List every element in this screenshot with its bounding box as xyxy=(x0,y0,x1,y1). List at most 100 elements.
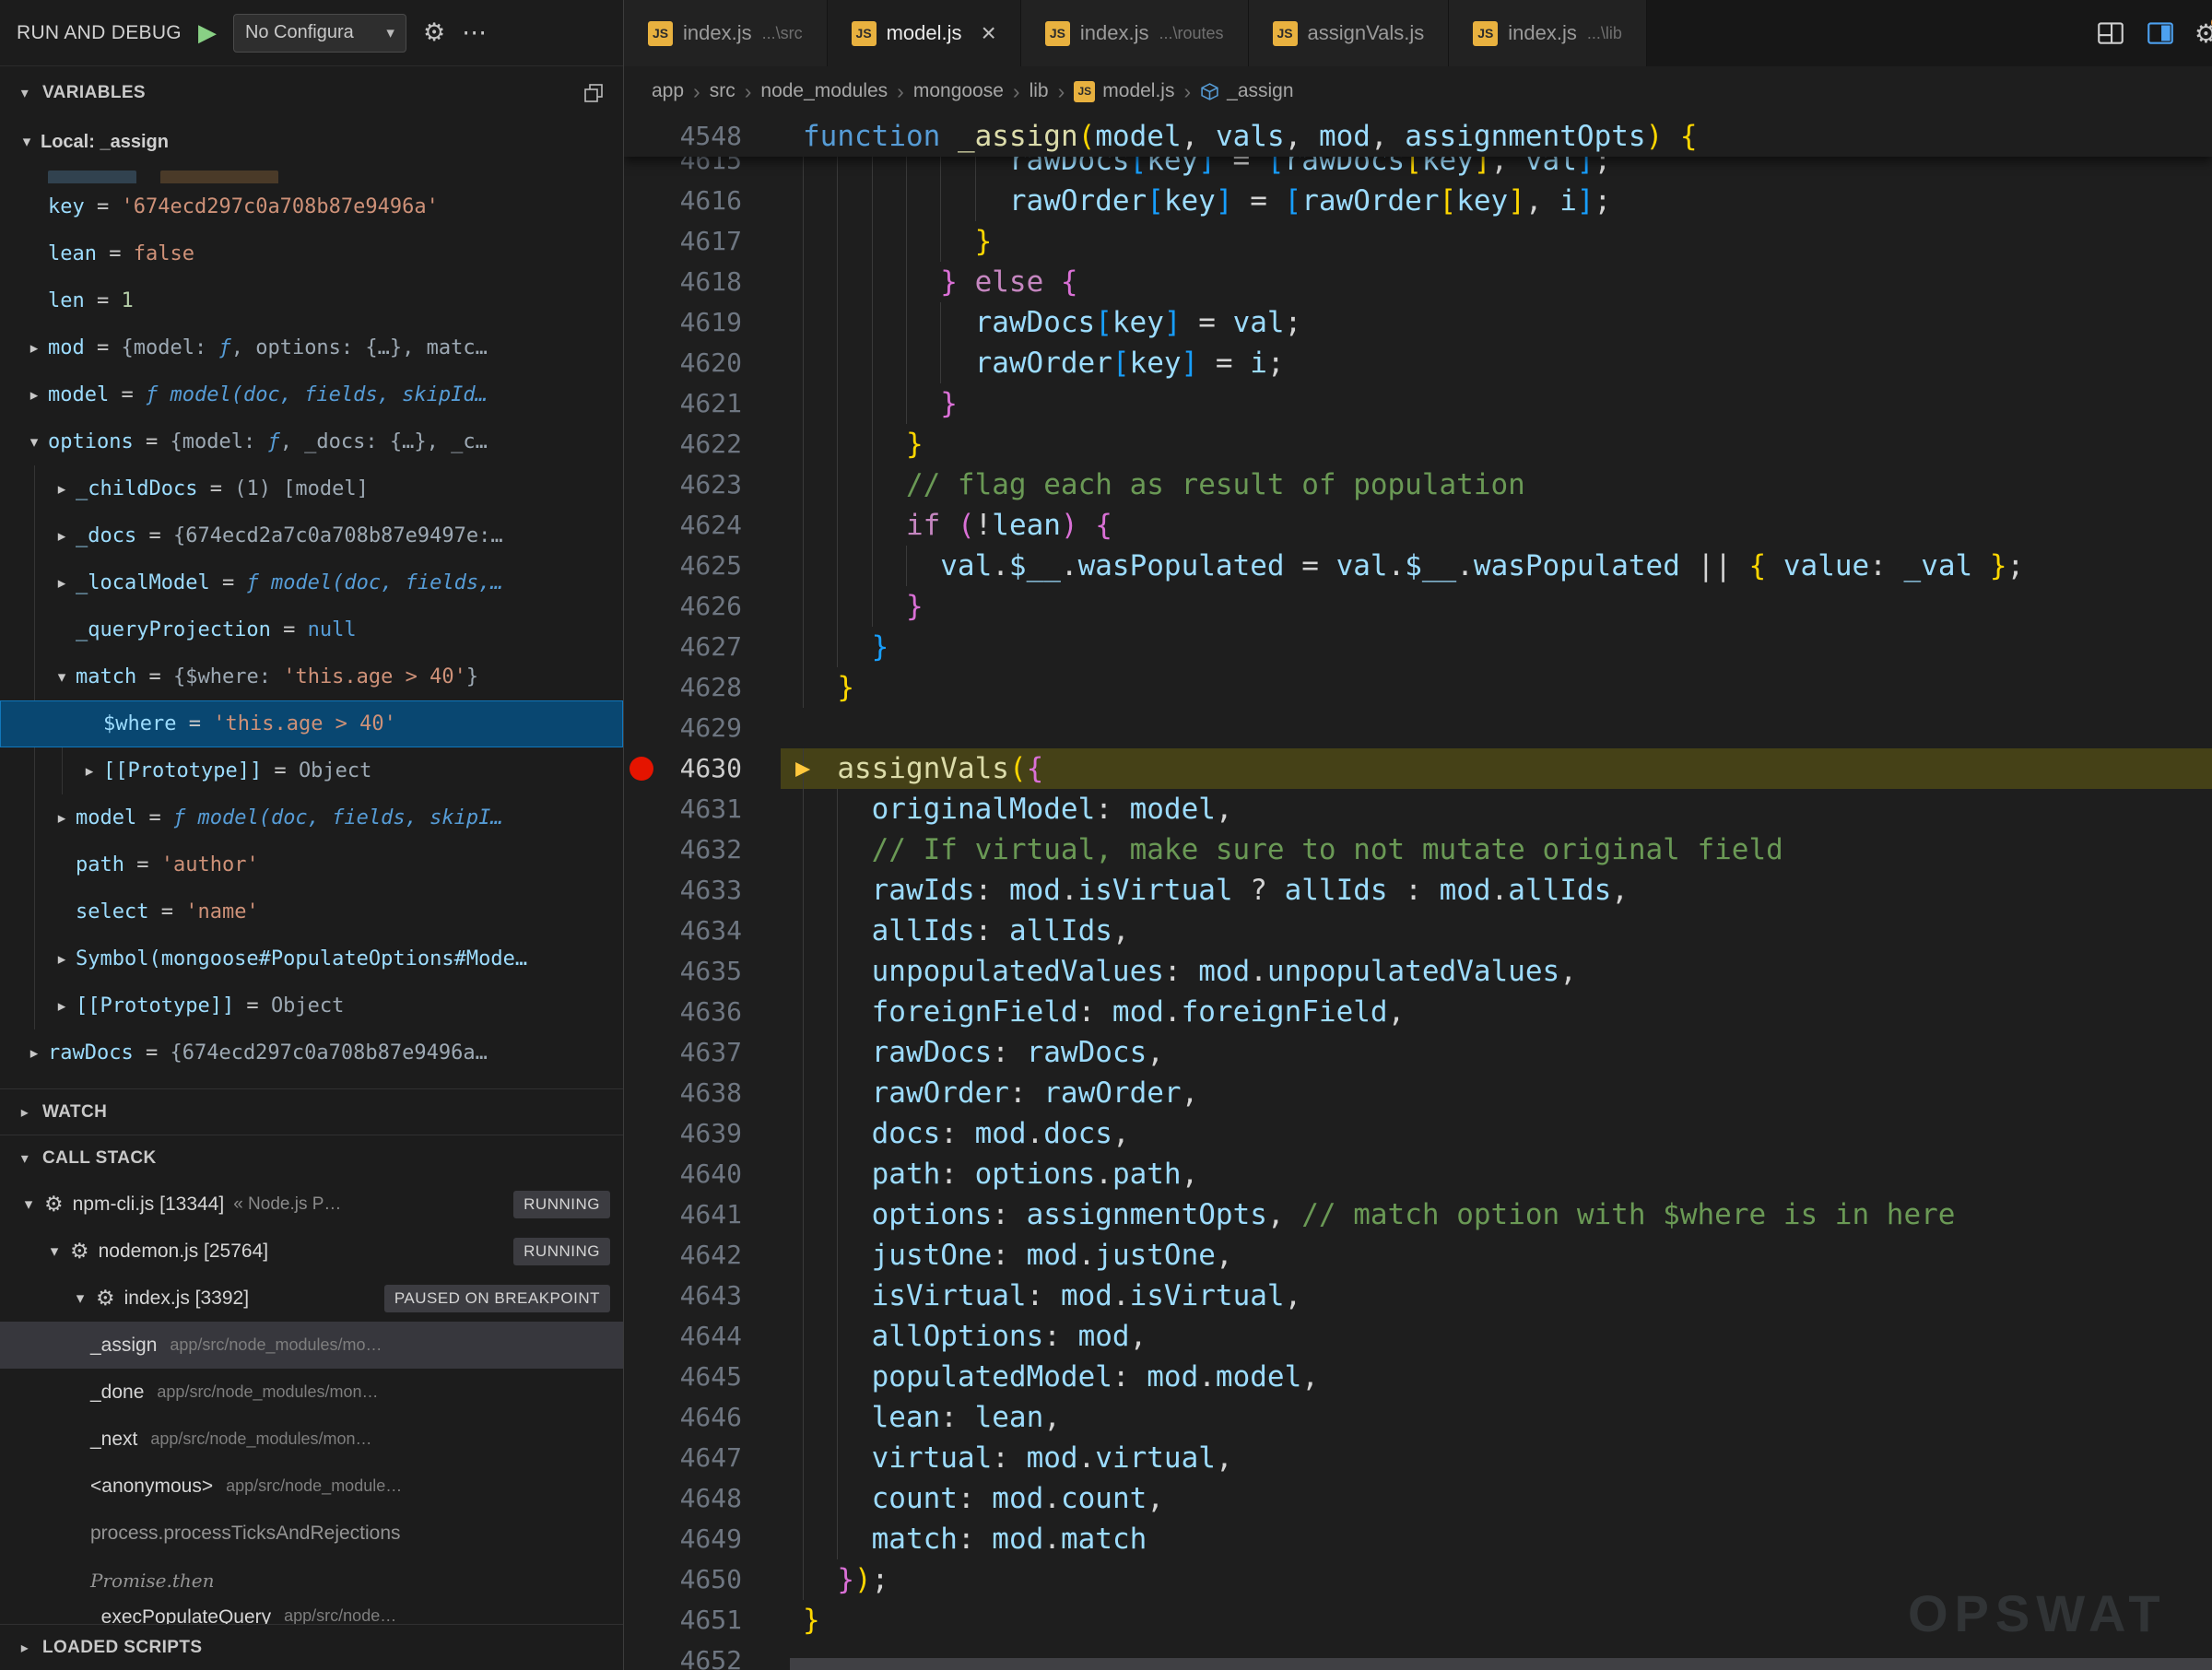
stack-frame-row[interactable]: process.processTicksAndRejections xyxy=(0,1510,623,1557)
code-line[interactable]: 4624if (!lean) { xyxy=(624,505,2212,546)
code-line[interactable]: 4629 xyxy=(624,708,2212,748)
variable-row[interactable]: len = 1 xyxy=(0,277,623,324)
tab-assignVals-js[interactable]: JSassignVals.js xyxy=(1249,0,1450,66)
stack-frame-row[interactable]: _nextapp/src/node_modules/mon… xyxy=(0,1416,623,1463)
code-line[interactable]: 4636foreignField: mod.foreignField, xyxy=(624,992,2212,1032)
variable-row[interactable]: lean = false xyxy=(0,230,623,277)
watch-section-header[interactable]: ▸ WATCH xyxy=(0,1088,623,1135)
callstack-section-header[interactable]: ▾ CALL STACK xyxy=(0,1135,623,1181)
code-line[interactable]: 4617} xyxy=(624,221,2212,262)
variable-row[interactable]: ▸mod = {model: ƒ, options: {…}, matc… xyxy=(0,324,623,371)
chevron-down-icon[interactable]: ▾ xyxy=(48,668,76,687)
split-editor-icon[interactable] xyxy=(2145,18,2176,49)
tab-model-js[interactable]: JSmodel.js× xyxy=(828,0,1021,66)
variables-scope-row[interactable]: ▾ Local: _assign xyxy=(0,119,623,165)
code-line[interactable]: 4635unpopulatedValues: mod.unpopulatedVa… xyxy=(624,951,2212,992)
tab-index-js[interactable]: JSindex.js...\src xyxy=(624,0,828,66)
variable-row[interactable]: $where = 'this.age > 40' xyxy=(0,700,623,747)
code-line[interactable]: 4623// flag each as result of population xyxy=(624,465,2212,505)
code-line[interactable]: 4616rawOrder[key] = [rawOrder[key], i]; xyxy=(624,181,2212,221)
code-line[interactable]: 4639docs: mod.docs, xyxy=(624,1113,2212,1154)
horizontal-scrollbar[interactable] xyxy=(790,1658,2212,1670)
variables-section-header[interactable]: ▾ VARIABLES xyxy=(0,66,623,119)
variable-row[interactable]: ▸rawDocs = {674ecd297c0a708b87e9496a… xyxy=(0,1029,623,1076)
sticky-scroll-line[interactable]: 4548function _assign(model, vals, mod, a… xyxy=(624,116,2212,157)
variable-row[interactable]: ▸Symbol(mongoose#PopulateOptions#Mode… xyxy=(0,935,623,982)
code-line[interactable]: 4627} xyxy=(624,627,2212,667)
code-line[interactable]: 4649match: mod.match xyxy=(624,1519,2212,1559)
variable-row[interactable]: path = 'author' xyxy=(0,841,623,888)
breadcrumb-item[interactable]: node_modules xyxy=(760,80,888,102)
variable-row[interactable]: ▸[[Prototype]] = Object xyxy=(0,747,623,794)
variable-row[interactable]: ▾match = {$where: 'this.age > 40'} xyxy=(0,653,623,700)
variable-row[interactable]: select = 'name' xyxy=(0,888,623,935)
chevron-right-icon[interactable]: ▸ xyxy=(48,809,76,828)
debug-session-row[interactable]: ▾⚙npm-cli.js [13344]« Node.js P…RUNNING xyxy=(0,1181,623,1228)
more-actions-icon[interactable]: ⋯ xyxy=(462,18,488,47)
variable-row[interactable]: ▾options = {model: ƒ, _docs: {…}, _c… xyxy=(0,418,623,465)
breadcrumb-item[interactable]: mongoose xyxy=(913,80,1004,102)
code-line[interactable]: 4632// If virtual, make sure to not muta… xyxy=(624,829,2212,870)
breakpoint-icon[interactable] xyxy=(629,757,653,781)
tab-index-js[interactable]: JSindex.js...\lib xyxy=(1449,0,1647,66)
debug-session-row[interactable]: ▾⚙nodemon.js [25764]RUNNING xyxy=(0,1228,623,1275)
chevron-down-icon[interactable]: ▾ xyxy=(15,1195,42,1214)
variable-row[interactable]: ▸[[Prototype]] = Object xyxy=(0,982,623,1029)
tab-index-js[interactable]: JSindex.js...\routes xyxy=(1021,0,1249,66)
chevron-down-icon[interactable]: ▾ xyxy=(20,433,48,452)
loaded-scripts-header[interactable]: ▸ LOADED SCRIPTS xyxy=(0,1624,623,1670)
debug-session-row[interactable]: ▾⚙index.js [3392]PAUSED ON BREAKPOINT xyxy=(0,1275,623,1322)
code-line[interactable]: 4628} xyxy=(624,667,2212,708)
code-line[interactable]: 4634allIds: allIds, xyxy=(624,911,2212,951)
chevron-right-icon[interactable]: ▸ xyxy=(76,762,103,781)
breadcrumb-item[interactable]: _assign xyxy=(1200,80,1293,102)
chevron-right-icon[interactable]: ▸ xyxy=(20,386,48,405)
variable-row[interactable]: ▸_docs = {674ecd2a7c0a708b87e9497e:… xyxy=(0,512,623,559)
code-line[interactable]: 4626} xyxy=(624,586,2212,627)
settings-gear-icon[interactable]: ⚙ xyxy=(2194,18,2212,49)
code-line[interactable]: 4637rawDocs: rawDocs, xyxy=(624,1032,2212,1073)
customize-layout-icon[interactable] xyxy=(2095,18,2126,49)
settings-gear-icon[interactable]: ⚙ xyxy=(423,18,445,47)
chevron-down-icon[interactable]: ▾ xyxy=(41,1242,68,1261)
code-line[interactable]: 4631originalModel: model, xyxy=(624,789,2212,829)
stack-frame-row[interactable]: <anonymous>app/src/node_module… xyxy=(0,1463,623,1510)
views-panel-icon[interactable] xyxy=(582,82,605,104)
code-line[interactable]: 4644allOptions: mod, xyxy=(624,1316,2212,1357)
code-line[interactable]: 4630assignVals({▶ xyxy=(624,748,2212,789)
variable-row[interactable]: ▸model = ƒ model(doc, fields, skipId… xyxy=(0,371,623,418)
chevron-right-icon[interactable]: ▸ xyxy=(48,527,76,546)
variable-row[interactable]: _queryProjection = null xyxy=(0,606,623,653)
close-icon[interactable]: × xyxy=(982,20,996,46)
code-line[interactable]: 4640path: options.path, xyxy=(624,1154,2212,1194)
code-line[interactable]: 4620rawOrder[key] = i; xyxy=(624,343,2212,383)
code-line[interactable]: 4646lean: lean, xyxy=(624,1397,2212,1438)
chevron-right-icon[interactable]: ▸ xyxy=(48,480,76,499)
stack-frame-row[interactable]: _execPopulateQueryapp/src/node… xyxy=(0,1604,623,1624)
code-line[interactable]: 4641options: assignmentOpts, // match op… xyxy=(624,1194,2212,1235)
stack-frame-row[interactable]: _doneapp/src/node_modules/mon… xyxy=(0,1369,623,1416)
code-line[interactable]: 4647virtual: mod.virtual, xyxy=(624,1438,2212,1478)
code-line[interactable]: 4645populatedModel: mod.model, xyxy=(624,1357,2212,1397)
chevron-right-icon[interactable]: ▸ xyxy=(48,950,76,969)
code-line[interactable]: 4638rawOrder: rawOrder, xyxy=(624,1073,2212,1113)
breadcrumb-item[interactable]: lib xyxy=(1030,80,1049,102)
code-line[interactable]: 4633rawIds: mod.isVirtual ? allIds : mod… xyxy=(624,870,2212,911)
variable-row[interactable]: key = '674ecd297c0a708b87e9496a' xyxy=(0,183,623,230)
variable-row[interactable]: ▸_childDocs = (1) [model] xyxy=(0,465,623,512)
breadcrumb-item[interactable]: app xyxy=(652,80,684,102)
code-line[interactable]: 4648count: mod.count, xyxy=(624,1478,2212,1519)
chevron-right-icon[interactable]: ▸ xyxy=(48,574,76,593)
code-line[interactable]: 4621} xyxy=(624,383,2212,424)
chevron-right-icon[interactable]: ▸ xyxy=(20,1044,48,1063)
code-line[interactable]: 4618} else { xyxy=(624,262,2212,302)
code-line[interactable]: 4642justOne: mod.justOne, xyxy=(624,1235,2212,1276)
chevron-right-icon[interactable]: ▸ xyxy=(20,339,48,358)
code-line[interactable]: 4625val.$__.wasPopulated = val.$__.wasPo… xyxy=(624,546,2212,586)
code-line[interactable]: 4643isVirtual: mod.isVirtual, xyxy=(624,1276,2212,1316)
code-line[interactable]: 4619rawDocs[key] = val; xyxy=(624,302,2212,343)
variable-row[interactable]: ▸_localModel = ƒ model(doc, fields,… xyxy=(0,559,623,606)
debug-config-dropdown[interactable]: No Configura ▾ xyxy=(233,14,406,53)
start-debug-icon[interactable]: ▶ xyxy=(198,18,217,47)
variable-row[interactable]: ▸model = ƒ model(doc, fields, skipI… xyxy=(0,794,623,841)
